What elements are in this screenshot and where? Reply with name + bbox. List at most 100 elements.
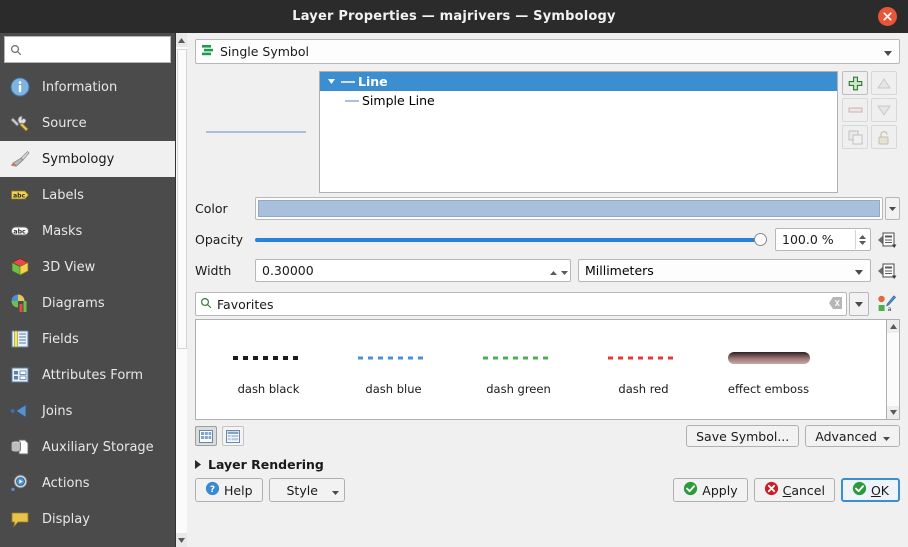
symbol-preview-dash-blue [355,334,433,382]
line-symbol-icon [338,81,358,83]
sidebar-item-display[interactable]: Display [0,501,175,537]
sidebar-item-source[interactable]: Source [0,105,175,141]
opacity-label: Opacity [195,232,255,247]
width-row: Width 0.30000 Millimeters [195,255,900,286]
cancel-button-label: Cancel [783,483,825,498]
sidebar-item-information[interactable]: Information [0,69,175,105]
actions-gear-icon [9,472,31,494]
symbol-layer-tree[interactable]: Line Simple Line [319,71,838,193]
chevron-down-icon [884,45,892,59]
auxiliary-storage-icon [9,436,31,458]
color-button[interactable] [255,197,883,220]
duplicate-layer-button[interactable] [842,125,868,149]
close-icon[interactable] [878,7,897,26]
fields-table-icon [9,328,31,350]
symbology-panel: Single Symbol Line [187,33,908,547]
layer-rendering-section[interactable]: Layer Rendering [195,457,900,472]
scroll-down-icon[interactable] [176,533,187,547]
scroll-down-icon[interactable] [887,406,899,419]
dialog-footer: ? Help Style [195,480,900,506]
lock-layer-button[interactable] [871,125,897,149]
style-manager-icon[interactable]: a [874,292,900,316]
tree-node-label: Simple Line [362,93,435,108]
advanced-button[interactable]: Advanced [805,425,900,447]
triangle-down-icon[interactable] [324,79,338,84]
move-up-button[interactable] [871,71,897,95]
scroll-up-icon[interactable] [887,320,899,333]
gallery-item-dash-green[interactable]: dash green [456,334,581,419]
style-search-box[interactable] [195,292,847,316]
clear-icon[interactable] [829,297,842,312]
remove-symbol-layer-button[interactable] [842,98,868,122]
renderer-type-value: Single Symbol [220,44,309,59]
sidebar-item-labels[interactable]: abc Labels [0,177,175,213]
add-symbol-layer-button[interactable] [842,71,868,95]
style-filter-dropdown[interactable] [849,292,869,316]
sidebar-item-joins[interactable]: Joins [0,393,175,429]
sidebar-item-diagrams[interactable]: Diagrams [0,285,175,321]
apply-button[interactable]: Apply [673,478,747,502]
gallery-item-dash-black[interactable]: dash black [206,334,331,419]
save-symbol-button[interactable]: Save Symbol... [686,425,799,447]
style-search-input[interactable] [217,297,824,312]
opacity-spinbox[interactable]: 100.0 % [775,228,871,251]
gallery-tools-row: Save Symbol... Advanced [195,425,900,447]
help-button-label: Help [224,483,253,498]
cube-3d-icon [9,256,31,278]
help-icon: ? [205,481,220,499]
width-unit-combo[interactable]: Millimeters [578,259,871,282]
spinner-arrows[interactable] [855,230,868,249]
sidebar-item-3d-view[interactable]: 3D View [0,249,175,285]
sidebar-list: Information Source [0,65,175,547]
line-symbol-icon [342,100,362,102]
spinner-arrows[interactable] [550,263,568,278]
gallery-scrollbar[interactable] [887,319,900,420]
color-swatch [258,200,880,217]
opacity-slider[interactable] [255,228,767,251]
cancel-red-icon [764,481,779,499]
diagrams-chart-icon [9,292,31,314]
sidebar-item-label: Actions [42,476,90,491]
title-bar: Layer Properties — majrivers — Symbology [0,0,908,33]
opacity-data-defined-override-button[interactable] [876,228,900,252]
width-data-defined-override-button[interactable] [876,259,900,283]
symbol-layer-buttons [842,71,900,193]
sidebar-search-input[interactable] [26,43,165,57]
scrollbar-thumb[interactable] [177,49,187,349]
triangle-right-icon[interactable] [195,458,201,472]
scroll-up-icon[interactable] [176,33,187,47]
sidebar-item-fields[interactable]: Fields [0,321,175,357]
renderer-type-combo[interactable]: Single Symbol [195,39,900,64]
sidebar-item-auxiliary-storage[interactable]: Auxiliary Storage [0,429,175,465]
sidebar-scrollbar[interactable] [175,33,187,547]
style-gallery[interactable]: dash black dash blue [195,319,887,420]
sidebar-item-label: Symbology [42,152,114,167]
sidebar-item-label: Labels [42,188,84,203]
slider-handle[interactable] [754,233,767,246]
sidebar-item-symbology[interactable]: Symbology [0,141,175,177]
sidebar-search[interactable] [4,36,171,63]
tree-node-line[interactable]: Line [320,72,837,91]
sidebar: Information Source [0,33,175,547]
search-icon [10,44,22,56]
symbol-preview-line [206,131,306,133]
gallery-item-dash-blue[interactable]: dash blue [331,334,456,419]
sidebar-item-attributes-form[interactable]: Attributes Form [0,357,175,393]
gallery-item-dash-red[interactable]: dash red [581,334,706,419]
sidebar-item-masks[interactable]: abc Masks [0,213,175,249]
width-spinbox[interactable]: 0.30000 [255,259,571,282]
move-down-button[interactable] [871,98,897,122]
style-button[interactable]: Style [269,478,345,502]
cancel-button[interactable]: Cancel [754,478,835,502]
symbol-editor-row: Line Simple Line [195,71,900,193]
ok-button-label: OK [871,483,889,498]
grid-view-icon[interactable] [195,426,217,446]
help-button[interactable]: ? Help [195,478,263,502]
gallery-item-effect-emboss[interactable]: effect emboss [706,334,831,419]
ok-button[interactable]: OK [841,478,900,502]
sidebar-item-label: Diagrams [42,296,105,311]
list-view-icon[interactable] [222,426,244,446]
tree-node-simple-line[interactable]: Simple Line [320,91,837,110]
color-dropdown-button[interactable] [885,197,900,220]
sidebar-item-actions[interactable]: Actions [0,465,175,501]
